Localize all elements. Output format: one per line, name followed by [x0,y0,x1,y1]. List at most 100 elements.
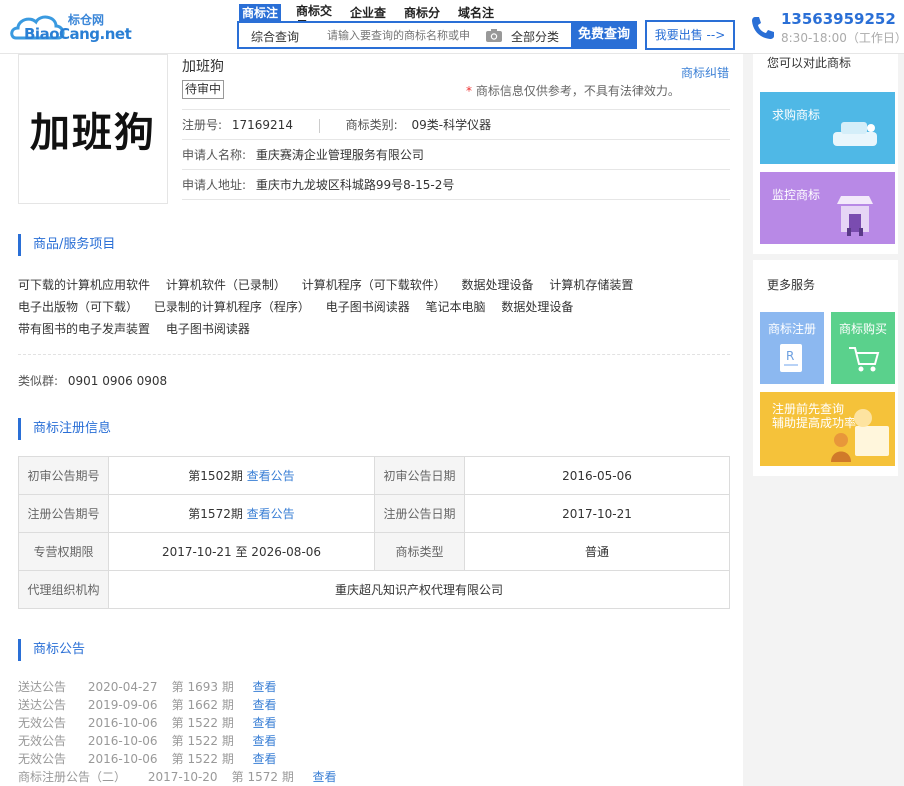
notice-date: 2017-10-20 [147,770,218,784]
goods-line-2: 电子出版物（可下载） 已录制的计算机程序（程序） 电子图书阅读器 笔记本电脑 数… [18,298,585,315]
phone-icon [752,17,774,39]
notice-view-link[interactable]: 查看 [252,734,276,748]
right-sidebar: 您可以对此商标 求购商标 监控商标 更多服务 商标注册 R 商标购买 注册前先查… [743,54,904,786]
notice-date: 2020-04-27 [87,680,158,694]
registration-table: 初审公告期号 第1502期 查看公告 初审公告日期 2016-05-06 注册公… [18,456,730,609]
monitor-trademark-promo[interactable]: 监控商标 [760,172,895,244]
shop-icon [837,196,873,236]
issue-value: 第1502期 [188,469,243,483]
notice-issue: 第 1572 期 [231,770,294,784]
goods-item: 计算机软件（已录制） [165,278,286,292]
purchase-tile-label: 商标购买 [839,322,888,336]
divider [182,100,730,110]
goods-item: 电子出版物（可下载） [18,300,139,314]
buy-trademark-tile[interactable]: 商标购买 [831,312,895,384]
notice-issue: 第 1662 期 [171,698,234,712]
sell-button[interactable]: 我要出售 --> [645,20,735,50]
class-label: 商标类别: [345,118,398,132]
view-notice-link[interactable]: 查看公告 [247,507,295,521]
notice-issue: 第 1522 期 [171,752,234,766]
goods-item: 数据处理设备 [461,278,534,292]
applicant-label: 申请人名称: [182,148,247,162]
notice-date: 2016-10-06 [87,752,158,766]
goods-line-3: 带有图书的电子发声装置 电子图书阅读器 [18,320,262,337]
register-tile-label: 商标注册 [768,322,817,336]
table-header-cell: 初审公告日期 [374,456,465,495]
table-header-cell: 商标类型 [374,532,465,571]
monitor-trademark-label: 监控商标 [772,188,821,202]
goods-item: 已录制的计算机程序（程序） [153,300,310,314]
goods-item: 计算机程序（可下载软件） [301,278,446,292]
reg-no-label: 注册号: [182,118,223,132]
contact-phone: 13563959252 [781,10,896,28]
search-bar: 综合查询 全部分类 免费查询 [237,21,637,49]
business-hours: 8:30-18:00（工作日） [781,31,904,45]
notice-view-link[interactable]: 查看 [252,752,276,766]
table-cell: 2017-10-21 [464,494,730,533]
divider [318,118,320,133]
notice-type: 无效公告 [18,716,67,730]
notice-issue: 第 1693 期 [171,680,234,694]
tab-trademark-class[interactable]: 商标分 [404,4,440,22]
table-header-cell: 代理组织机构 [18,570,109,609]
table-row: 代理组织机构 重庆超凡知识产权代理有限公司 [18,570,730,609]
buy-trademark-label: 求购商标 [772,108,821,122]
goods-item: 电子图书阅读器 [325,300,410,314]
table-cell: 第1502期 查看公告 [108,456,375,495]
applicant-value: 重庆赛涛企业管理服务有限公司 [255,148,424,162]
tab-trademark-register[interactable]: 商标注 [239,4,282,22]
table-header-cell: 专营权期限 [18,532,109,571]
notice-date: 2016-10-06 [87,734,158,748]
notice-row: 送达公告 2019-09-06 第 1662 期 查看 [18,696,277,713]
tab-company-search[interactable]: 企业查 [350,4,386,22]
tab-domain-register[interactable]: 域名注 [458,4,494,22]
view-notice-link[interactable]: 查看公告 [247,469,295,483]
similar-label: 类似群: [18,374,59,388]
address-value: 重庆市九龙坡区科城路99号8-15-2号 [255,178,455,192]
table-row: 初审公告期号 第1502期 查看公告 初审公告日期 2016-05-06 [18,456,730,495]
camera-icon[interactable] [485,28,503,43]
table-cell: 普通 [464,532,730,571]
disclaimer-text: * 商标信息仅供参考，不具有法律效力。 [466,82,680,99]
free-search-button[interactable]: 免费查询 [571,21,637,49]
goods-item: 数据处理设备 [501,300,574,314]
disclaimer-star: * [466,84,472,98]
cart-icon [849,347,880,372]
class-value: 09类-科学仪器 [411,118,492,132]
table-cell: 2016-05-06 [464,456,730,495]
svg-text:R: R [786,349,794,363]
notice-row: 送达公告 2020-04-27 第 1693 期 查看 [18,678,277,695]
notice-view-link[interactable]: 查看 [312,770,336,784]
notice-type: 无效公告 [18,734,67,748]
search-input[interactable] [327,26,483,44]
compare-title: 您可以对此商标 [767,56,852,70]
notice-view-link[interactable]: 查看 [252,716,276,730]
more-services-title: 更多服务 [767,278,816,292]
goods-item: 计算机存储装置 [549,278,634,292]
notice-type: 无效公告 [18,752,67,766]
document-icon: R [780,344,802,372]
register-trademark-tile[interactable]: 商标注册 R [760,312,824,384]
notice-view-link[interactable]: 查看 [252,698,276,712]
address-label: 申请人地址: [182,178,247,192]
buy-trademark-promo[interactable]: 求购商标 [760,92,895,164]
table-header-cell: 注册公告日期 [374,494,465,533]
goods-section-title: 商品/服务项目 [18,234,115,256]
notice-date: 2016-10-06 [87,716,158,730]
category-select[interactable]: 全部分类 [511,28,559,45]
status-badge: 待审中 [182,80,225,99]
issue-value: 第1572期 [188,507,243,521]
site-logo[interactable]: 标仓网 BiaoCang.net [10,8,132,44]
notice-row: 无效公告 2016-10-06 第 1522 期 查看 [18,714,277,731]
table-cell: 第1572期 查看公告 [108,494,375,533]
notice-view-link[interactable]: 查看 [252,680,276,694]
table-header-cell: 初审公告期号 [18,456,109,495]
notice-section-title: 商标公告 [18,639,85,661]
goods-item: 带有图书的电子发声装置 [18,322,151,336]
search-first-banner[interactable]: 注册前先查询 辅助提高成功率 [760,392,895,466]
reg-no-value: 17169214 [231,118,293,132]
correction-link[interactable]: 商标纠错 [681,64,729,81]
search-type-select[interactable]: 综合查询 [251,28,299,45]
table-cell: 2017-10-21 至 2026-08-06 [108,532,375,571]
notice-type: 送达公告 [18,680,67,694]
